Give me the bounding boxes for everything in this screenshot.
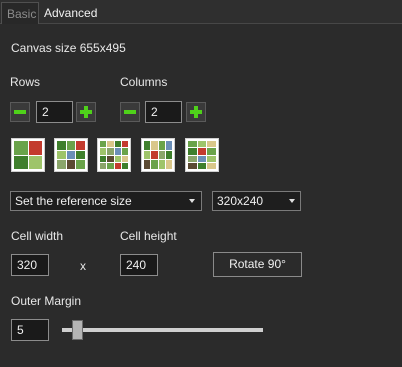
cell-width-input[interactable]: 320	[11, 254, 49, 276]
minus-icon	[124, 110, 136, 114]
tab-advanced[interactable]: Advanced	[39, 2, 102, 24]
tab-bar: Basic Advanced	[0, 0, 402, 24]
outer-margin-input[interactable]: 5	[11, 319, 49, 341]
minus-icon	[14, 110, 26, 114]
rows-decrement-button[interactable]	[10, 102, 30, 122]
outer-margin-label: Outer Margin	[11, 294, 82, 308]
tab-basic[interactable]: Basic	[1, 2, 39, 24]
rotate-button[interactable]: Rotate 90°	[213, 252, 302, 277]
reference-mode-select[interactable]: Set the reference size	[10, 191, 202, 211]
layout-preset-4x4[interactable]	[97, 138, 131, 172]
columns-decrement-button[interactable]	[120, 102, 140, 122]
dropdown-arrow-icon	[289, 199, 295, 203]
canvas-size-text: Canvas size 655x495	[11, 41, 126, 55]
cell-height-label: Cell height	[120, 229, 177, 243]
dropdown-arrow-icon	[189, 199, 195, 203]
reference-size-value: 320x240	[217, 194, 264, 208]
reference-mode-value: Set the reference size	[15, 194, 132, 208]
outer-margin-slider-thumb[interactable]	[71, 320, 83, 340]
rows-label: Rows	[10, 75, 41, 89]
cell-height-input[interactable]: 240	[120, 254, 158, 276]
cell-width-label: Cell width	[11, 229, 64, 243]
columns-label: Columns	[120, 75, 168, 89]
columns-increment-button[interactable]	[186, 102, 206, 122]
layout-preset-3x3[interactable]	[54, 138, 88, 172]
outer-margin-slider-track[interactable]	[62, 328, 263, 332]
layout-preset-3x4[interactable]	[141, 138, 175, 172]
columns-input[interactable]: 2	[145, 101, 182, 123]
dimension-separator: x	[80, 259, 86, 273]
reference-size-select[interactable]: 320x240	[212, 191, 301, 211]
layout-preset-2x2[interactable]	[11, 138, 45, 172]
rows-input[interactable]: 2	[36, 101, 73, 123]
rows-increment-button[interactable]	[76, 102, 96, 122]
layout-preset-4x3[interactable]	[185, 138, 219, 172]
